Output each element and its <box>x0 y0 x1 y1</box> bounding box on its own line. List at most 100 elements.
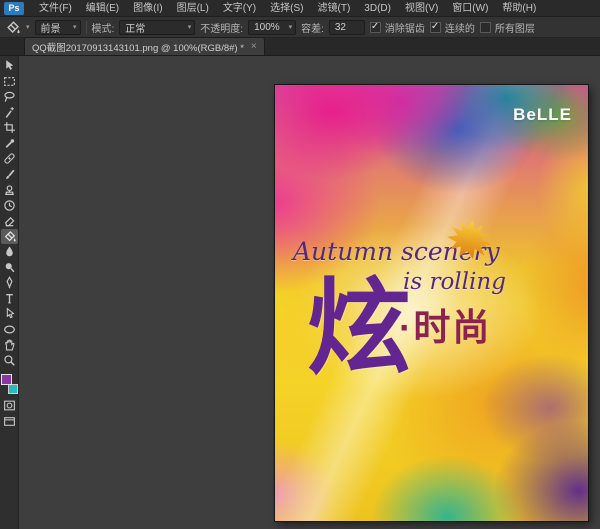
poster-headline-suffix: ·时尚 <box>399 297 491 351</box>
opacity-value: 100% <box>254 22 280 33</box>
menu-3d[interactable]: 3D(D) <box>357 0 398 17</box>
anti-alias-checkbox[interactable] <box>370 22 381 33</box>
tool-dodge[interactable] <box>1 260 18 275</box>
hand-icon <box>3 338 16 351</box>
tool-brush[interactable] <box>1 167 18 182</box>
paint-bucket-icon <box>5 20 20 35</box>
path-selection-icon <box>3 307 16 320</box>
menu-type[interactable]: 文字(Y) <box>216 0 263 17</box>
fill-source-dropdown[interactable]: 前景 <box>35 20 81 35</box>
tool-crop[interactable] <box>1 120 18 135</box>
menu-layer[interactable]: 图层(L) <box>170 0 216 17</box>
poster-headline-char: 炫 <box>307 273 411 382</box>
chevron-down-icon <box>289 23 293 31</box>
tool-blur[interactable] <box>1 244 18 259</box>
all-layers-label: 所有图层 <box>495 20 535 35</box>
document-tab[interactable]: QQ截图20170913143101.png @ 100%(RGB/8#) * … <box>24 37 265 55</box>
eraser-icon <box>3 214 16 227</box>
maple-leaf-graphic <box>439 213 499 270</box>
document-tab-bar: QQ截图20170913143101.png @ 100%(RGB/8#) * … <box>0 38 600 56</box>
anti-alias-option[interactable]: 消除锯齿 <box>370 20 425 35</box>
quick-mask-icon <box>3 399 16 412</box>
tolerance-value: 32 <box>335 22 346 33</box>
menu-image[interactable]: 图像(I) <box>126 0 169 17</box>
contiguous-label: 连续的 <box>445 20 475 35</box>
tool-eraser[interactable] <box>1 213 18 228</box>
type-tool-icon <box>3 292 16 305</box>
photoshop-window: Ps 文件(F) 编辑(E) 图像(I) 图层(L) 文字(Y) 选择(S) 滤… <box>0 0 600 529</box>
menu-bar: Ps 文件(F) 编辑(E) 图像(I) 图层(L) 文字(Y) 选择(S) 滤… <box>0 0 600 17</box>
chevron-down-icon <box>73 23 77 31</box>
menu-view[interactable]: 视图(V) <box>398 0 445 17</box>
contiguous-option[interactable]: 连续的 <box>430 20 475 35</box>
zoom-icon <box>3 354 16 367</box>
move-tool-icon <box>3 59 16 72</box>
all-layers-option[interactable]: 所有图层 <box>480 20 535 35</box>
tools-panel <box>0 56 19 529</box>
tool-paint-bucket[interactable] <box>1 229 18 244</box>
quick-mask-button[interactable] <box>1 398 18 413</box>
belle-logo: BeLLE <box>513 105 572 125</box>
menu-help[interactable]: 帮助(H) <box>495 0 543 17</box>
clone-stamp-icon <box>3 183 16 196</box>
lasso-icon <box>3 90 16 103</box>
canvas-area[interactable]: BeLLE Autumn scenery is rolling 炫 ·时尚 <box>19 56 600 529</box>
magic-wand-icon <box>3 106 16 119</box>
chevron-down-icon <box>188 23 192 31</box>
menu-edit[interactable]: 编辑(E) <box>79 0 126 17</box>
tab-close-icon[interactable]: × <box>251 41 257 52</box>
tool-move[interactable] <box>1 58 18 73</box>
fill-source-value: 前景 <box>41 20 61 35</box>
paint-bucket-icon <box>3 230 16 243</box>
dodge-icon <box>3 261 16 274</box>
tool-zoom[interactable] <box>1 353 18 368</box>
contiguous-checkbox[interactable] <box>430 22 441 33</box>
brush-icon <box>3 168 16 181</box>
crop-icon <box>3 121 16 134</box>
tool-healing-brush[interactable] <box>1 151 18 166</box>
opacity-label: 不透明度: <box>200 20 243 35</box>
options-bar: 前景 模式: 正常 不透明度: 100% 容差: 32 消除锯齿 连续的 所有图… <box>0 17 600 38</box>
mode-label: 模式: <box>92 20 115 35</box>
history-brush-icon <box>3 199 16 212</box>
tool-path-selection[interactable] <box>1 306 18 321</box>
eyedropper-icon <box>3 137 16 150</box>
tolerance-input[interactable]: 32 <box>329 20 365 35</box>
tool-clone-stamp[interactable] <box>1 182 18 197</box>
foreground-color-swatch[interactable] <box>1 374 12 385</box>
pen-icon <box>3 276 16 289</box>
healing-brush-icon <box>3 152 16 165</box>
menu-filter[interactable]: 滤镜(T) <box>311 0 358 17</box>
opacity-dropdown[interactable]: 100% <box>248 20 296 35</box>
mode-dropdown[interactable]: 正常 <box>119 20 195 35</box>
all-layers-checkbox[interactable] <box>480 22 491 33</box>
mode-value: 正常 <box>125 20 145 35</box>
ellipse-shape-icon <box>3 323 16 336</box>
poster-script-line2: is rolling <box>403 269 506 295</box>
tool-rectangular-marquee[interactable] <box>1 74 18 89</box>
menu-file[interactable]: 文件(F) <box>32 0 79 17</box>
tool-hand[interactable] <box>1 337 18 352</box>
options-separator <box>86 21 87 34</box>
tolerance-label: 容差: <box>301 20 324 35</box>
chevron-down-icon <box>26 23 30 31</box>
marquee-icon <box>3 75 16 88</box>
tool-preset-picker[interactable] <box>5 20 30 35</box>
tool-ellipse-shape[interactable] <box>1 322 18 337</box>
screen-mode-button[interactable] <box>1 414 18 429</box>
tool-history-brush[interactable] <box>1 198 18 213</box>
tool-type[interactable] <box>1 291 18 306</box>
anti-alias-label: 消除锯齿 <box>385 20 425 35</box>
document-tab-label: QQ截图20170913143101.png @ 100%(RGB/8#) * <box>32 40 244 54</box>
menu-window[interactable]: 窗口(W) <box>445 0 495 17</box>
poster-document[interactable]: BeLLE Autumn scenery is rolling 炫 ·时尚 <box>275 85 588 521</box>
tool-eyedropper[interactable] <box>1 136 18 151</box>
ps-logo: Ps <box>4 2 24 15</box>
background-color-swatch[interactable] <box>8 384 18 394</box>
color-swatches[interactable] <box>1 374 18 394</box>
tool-pen[interactable] <box>1 275 18 290</box>
screen-mode-icon <box>3 415 16 428</box>
menu-select[interactable]: 选择(S) <box>263 0 310 17</box>
tool-magic-wand[interactable] <box>1 105 18 120</box>
tool-lasso[interactable] <box>1 89 18 104</box>
